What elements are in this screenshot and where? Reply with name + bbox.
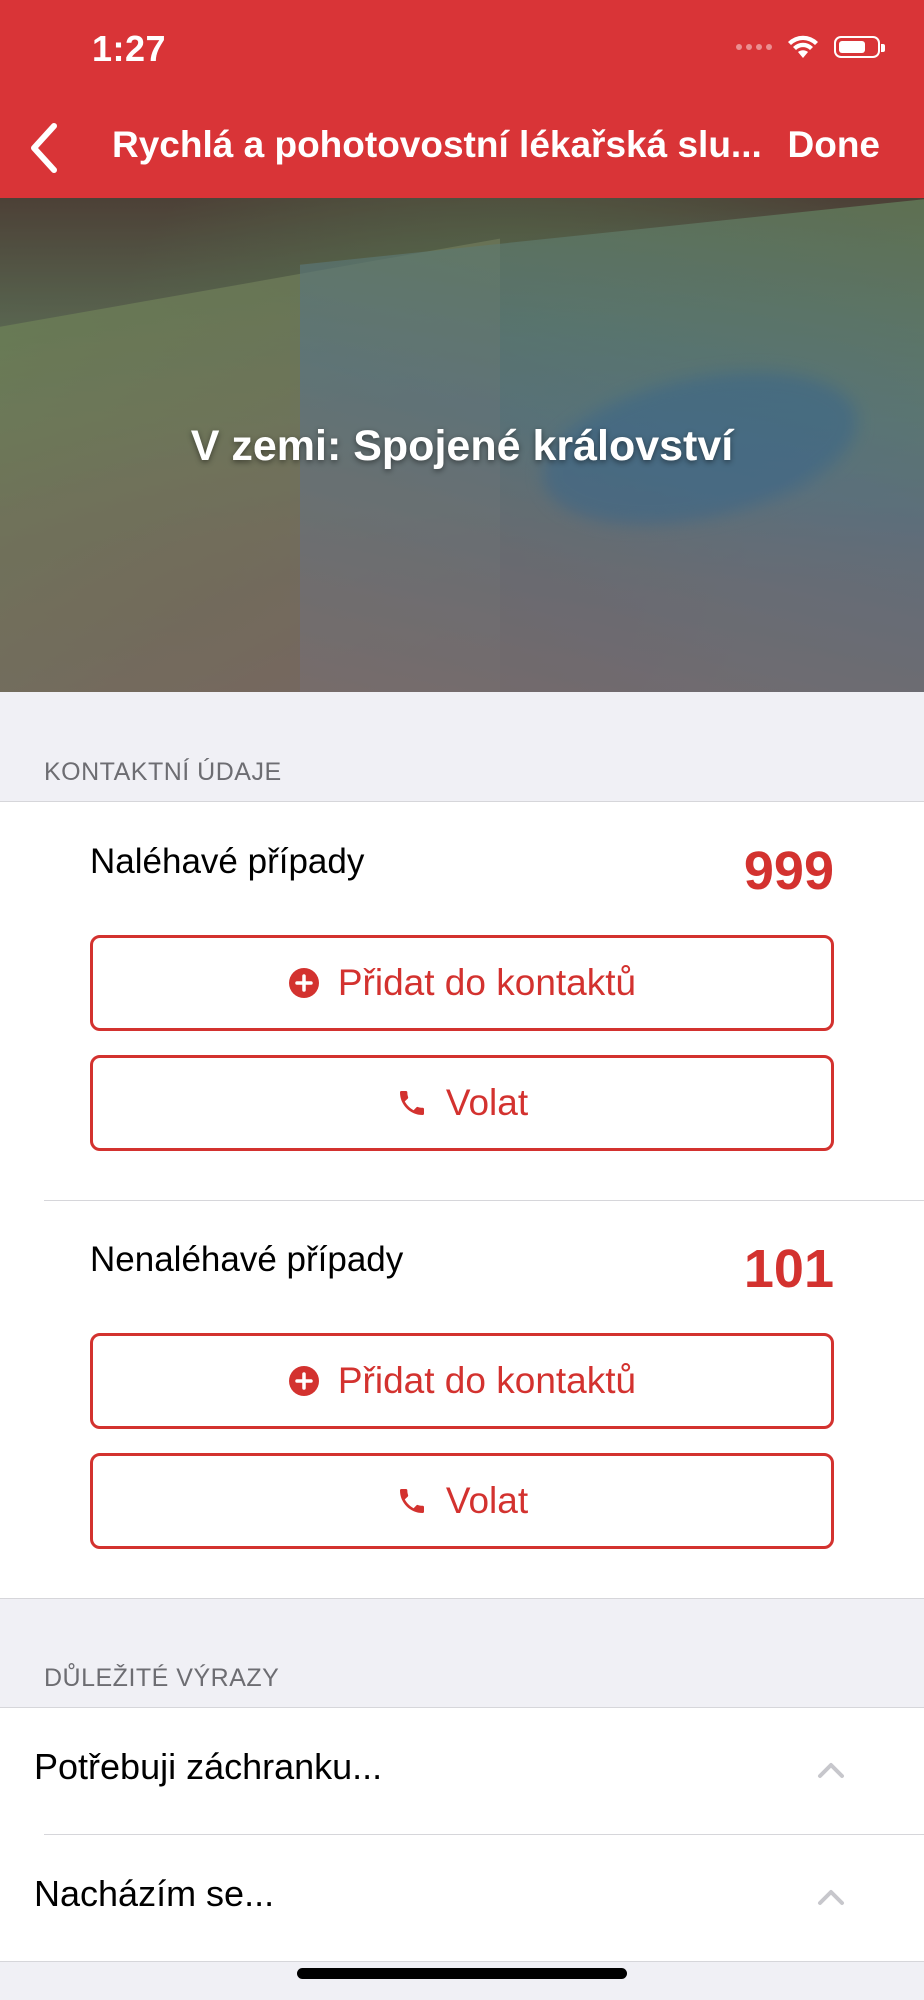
chevron-left-icon xyxy=(31,123,57,173)
done-button[interactable]: Done xyxy=(788,124,881,166)
phrases-card: Potřebuji záchranku... Nacházím se... xyxy=(0,1707,924,1962)
add-to-contacts-button[interactable]: Přidat do kontaktů xyxy=(90,1333,834,1429)
phrases-section-title: DŮLEŽITÉ VÝRAZY xyxy=(44,1664,280,1692)
add-to-contacts-button[interactable]: Přidat do kontaktů xyxy=(90,935,834,1031)
contact-number: 999 xyxy=(743,841,834,901)
status-time: 1:27 xyxy=(92,28,167,69)
plus-circle-icon xyxy=(288,1366,319,1396)
chevron-up-icon xyxy=(818,1763,844,1778)
call-button[interactable]: Volat xyxy=(90,1055,834,1151)
cellular-signal-icon xyxy=(736,44,772,50)
battery-icon xyxy=(834,36,885,58)
contact-label: Nenaléhavé případy xyxy=(90,1240,404,1279)
add-to-contacts-label: Přidat do kontaktů xyxy=(337,1360,637,1401)
contact-number: 101 xyxy=(743,1239,834,1299)
phrase-row-location[interactable]: Nacházím se... xyxy=(0,1835,924,1961)
call-label: Volat xyxy=(445,1082,529,1123)
contact-label: Naléhavé případy xyxy=(90,842,365,881)
contact-item-non-emergency: Nenaléhavé případy 101 Přidat do kontakt… xyxy=(0,1200,924,1598)
call-label: Volat xyxy=(445,1480,529,1521)
chevron-up-icon xyxy=(818,1890,844,1905)
contact-item-emergency: Naléhavé případy 999 Přidat do kontaktů … xyxy=(0,802,924,1200)
call-button[interactable]: Volat xyxy=(90,1453,834,1549)
phone-icon xyxy=(399,1091,424,1115)
page-title: Rychlá a pohotovostní lékařská slu... xyxy=(112,124,762,165)
app-header: 1:27 Rychlá a pohotovostní lékařská slu.… xyxy=(0,0,924,198)
add-to-contacts-label: Přidat do kontaktů xyxy=(337,962,637,1003)
contacts-card: Naléhavé případy 999 Přidat do kontaktů … xyxy=(0,801,924,1599)
phone-icon xyxy=(399,1489,424,1513)
status-icons xyxy=(736,34,885,60)
wifi-icon xyxy=(788,35,818,58)
home-indicator[interactable] xyxy=(297,1968,627,1979)
phrase-label: Nacházím se... xyxy=(34,1873,275,1914)
phrase-row-ambulance[interactable]: Potřebuji záchranku... xyxy=(0,1708,924,1834)
contacts-section-title: KONTAKTNÍ ÚDAJE xyxy=(44,758,282,786)
hero-map-image: V zemi: Spojené království xyxy=(0,198,924,692)
plus-circle-icon xyxy=(288,968,319,998)
back-button[interactable] xyxy=(24,118,64,178)
country-title: V zemi: Spojené království xyxy=(190,422,734,470)
phrase-label: Potřebuji záchranku... xyxy=(34,1746,383,1787)
